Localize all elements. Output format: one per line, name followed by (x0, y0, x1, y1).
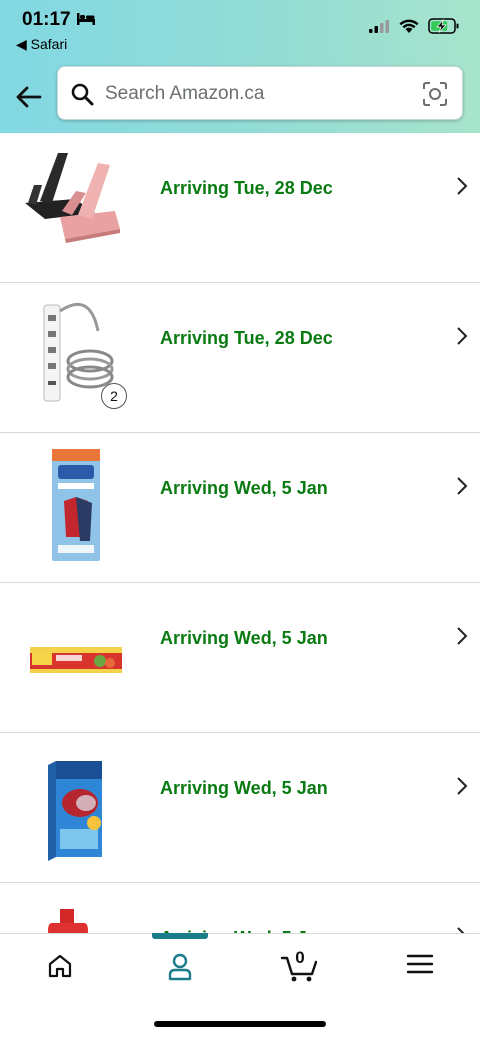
chevron-right-icon (457, 627, 468, 645)
back-arrow-icon[interactable] (14, 82, 44, 112)
home-icon (48, 954, 72, 978)
cellular-signal-icon (369, 20, 389, 33)
order-row[interactable]: Arriving Tue, 28 Dec (0, 133, 480, 283)
product-image-phone-stand (25, 153, 120, 243)
search-bar[interactable]: Search Amazon.ca (57, 66, 463, 120)
order-row[interactable]: Arriving Wed, 5 Jan (0, 583, 480, 733)
home-indicator (154, 1021, 326, 1027)
quantity-badge: 2 (101, 383, 127, 409)
camera-search-icon[interactable] (422, 81, 448, 107)
back-app-label: Safari (30, 36, 68, 52)
user-icon (168, 953, 192, 981)
nav-menu[interactable] (390, 952, 450, 988)
delivery-status: Arriving Tue, 28 Dec (160, 328, 333, 348)
active-tab-indicator (152, 933, 208, 939)
product-image-woolite (52, 449, 100, 561)
search-icon (71, 83, 94, 106)
delivery-status: Arriving Wed, 5 Jan (160, 628, 328, 648)
product-image-ziploc (48, 761, 102, 861)
delivery-status: Arriving Wed, 5 Jan (160, 778, 328, 798)
nav-cart[interactable]: 0 (270, 948, 330, 988)
app-header: 01:17 ◀ Safari Search Amazon.ca (0, 0, 480, 133)
delivery-status: Arriving Tue, 28 Dec (160, 178, 333, 198)
sleep-focus-icon (77, 13, 95, 25)
search-input[interactable]: Search Amazon.ca (105, 83, 264, 105)
chevron-right-icon (457, 177, 468, 195)
status-time: 01:17 (22, 9, 71, 30)
back-triangle-icon: ◀ (16, 36, 27, 52)
order-row[interactable]: Arriving Wed, 5 Jan (0, 433, 480, 583)
menu-icon (406, 954, 434, 974)
status-indicators (368, 18, 460, 34)
chevron-right-icon (457, 327, 468, 345)
orders-list: Arriving Tue, 28 Dec 2 Arriving Tue, 28 … (0, 133, 480, 1033)
order-row[interactable]: Arriving Wed, 5 Jan (0, 733, 480, 883)
cart-count: 0 (295, 948, 305, 967)
delivery-status: Arriving Wed, 5 Jan (160, 478, 328, 498)
nav-account[interactable] (150, 952, 210, 988)
battery-charging-icon (428, 18, 459, 34)
product-image-cling-wrap (30, 647, 122, 673)
order-row[interactable]: 2 Arriving Tue, 28 Dec (0, 283, 480, 433)
nav-home[interactable] (30, 952, 90, 988)
chevron-right-icon (457, 477, 468, 495)
chevron-right-icon (457, 777, 468, 795)
wifi-icon (399, 19, 419, 33)
back-to-app[interactable]: ◀ Safari (16, 36, 67, 53)
